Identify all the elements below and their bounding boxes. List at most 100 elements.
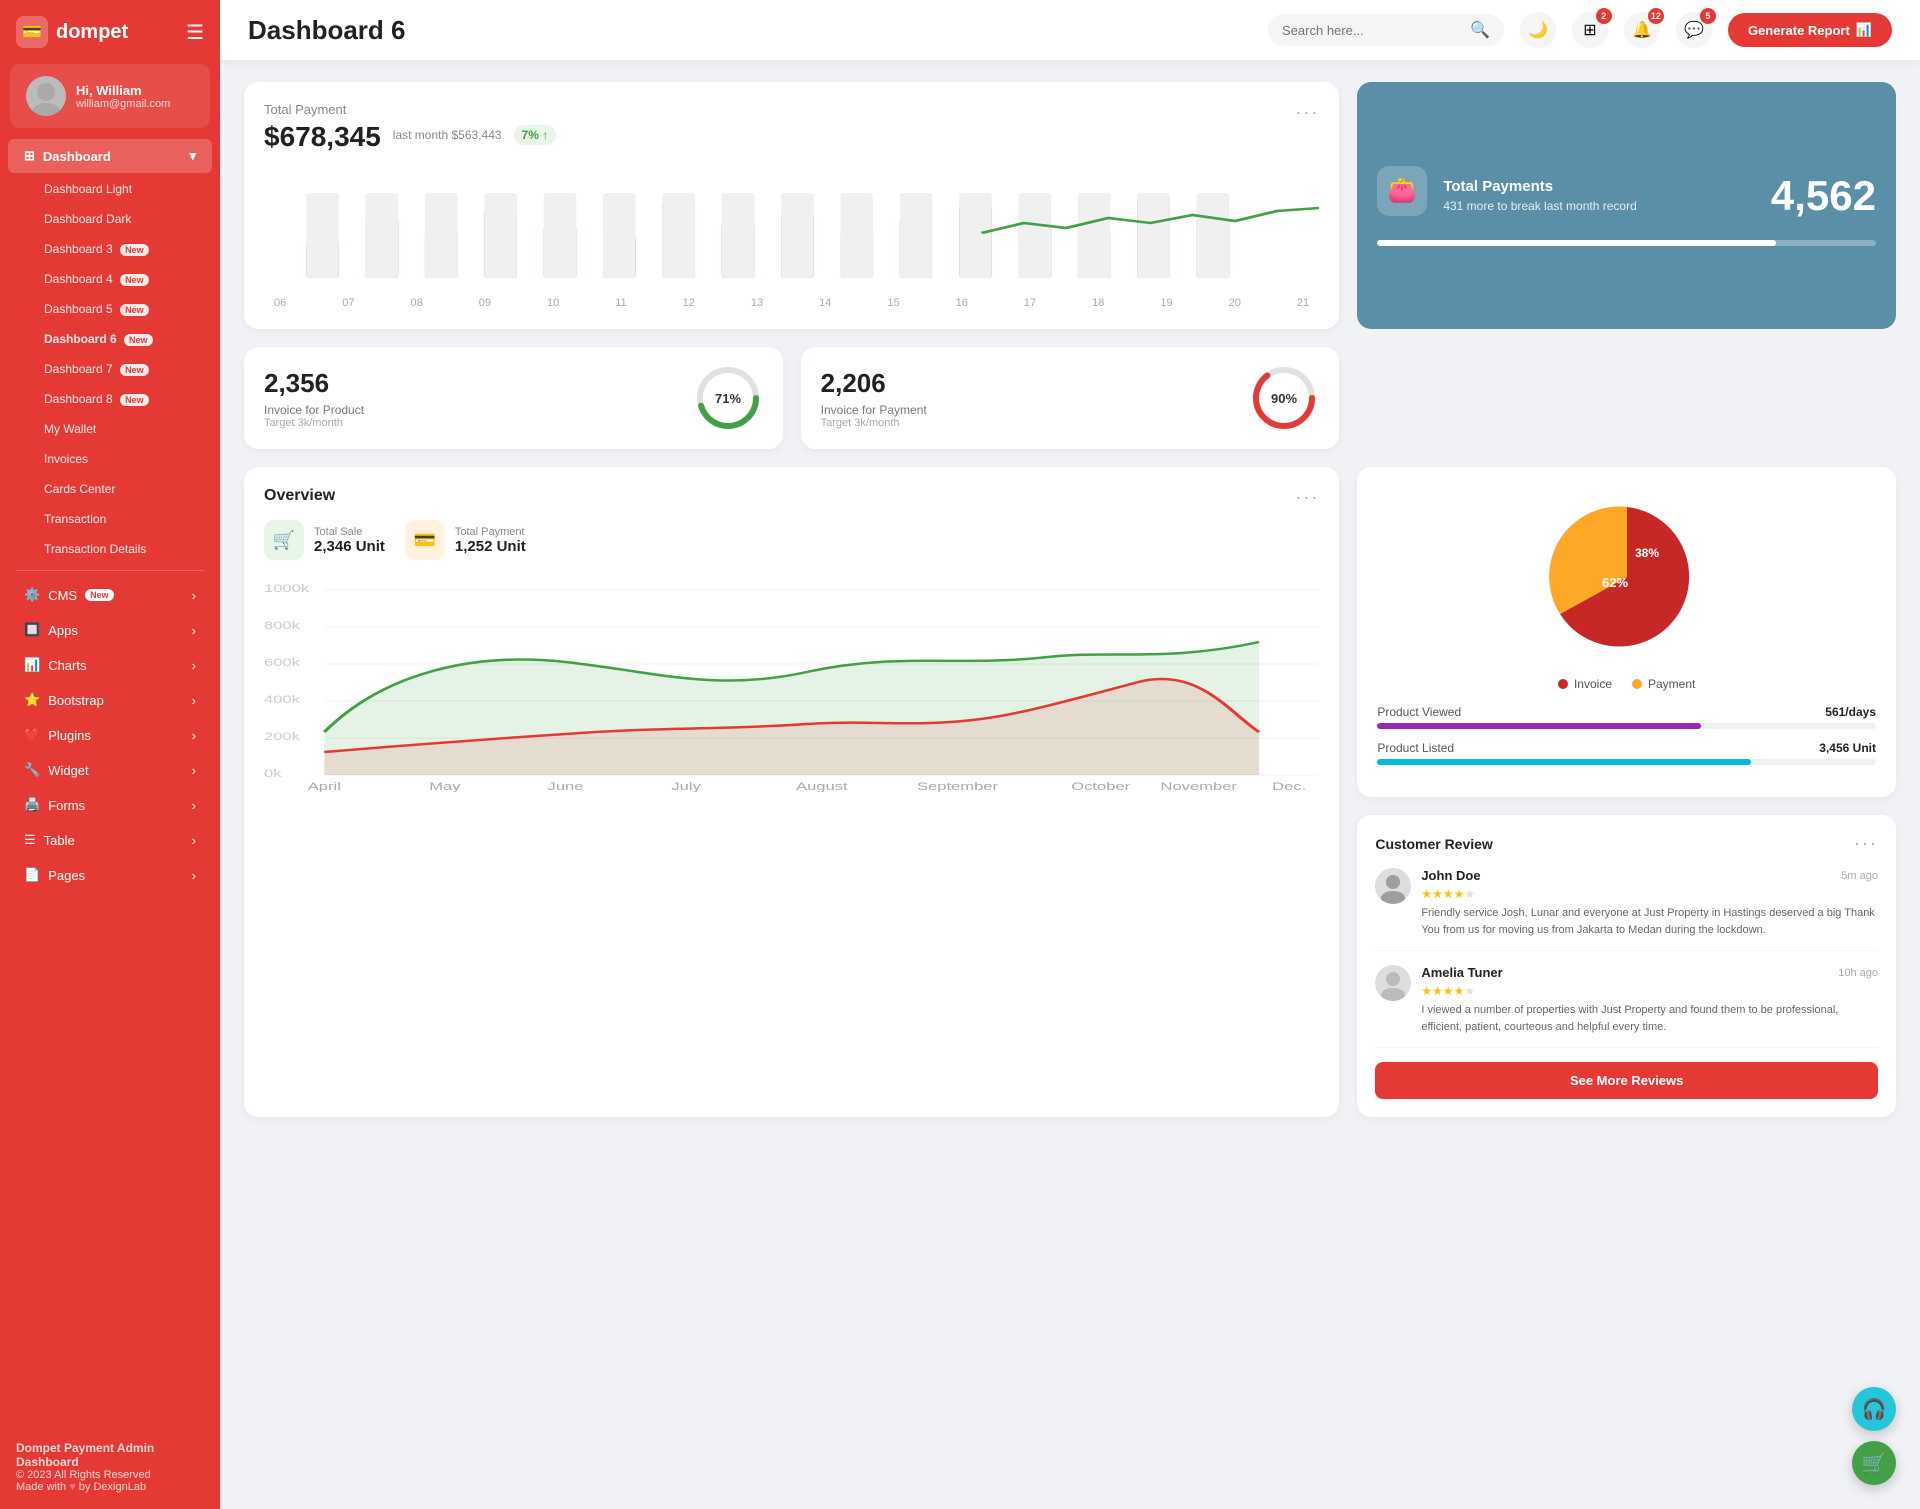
svg-text:June: June xyxy=(548,780,584,792)
cart-icon: 🛒 xyxy=(1862,1451,1887,1476)
customer-review-card: Customer Review ··· John Doe 5m ago xyxy=(1357,815,1896,1117)
more-icon[interactable]: ··· xyxy=(1295,102,1319,123)
svg-text:July: July xyxy=(671,780,700,792)
badge-new-d7: New xyxy=(120,364,149,376)
total-payment-card: Total Payment $678,345 last month $563,4… xyxy=(244,82,1339,329)
see-more-reviews-button[interactable]: See More Reviews xyxy=(1375,1062,1878,1099)
sidebar-item-transaction[interactable]: Transaction xyxy=(8,505,212,533)
sidebar-item-charts[interactable]: 📊Charts› xyxy=(8,648,212,682)
review-text-1: Friendly service Josh, Lunar and everyon… xyxy=(1421,905,1878,938)
sidebar-item-dashboard-7[interactable]: Dashboard 7 New xyxy=(8,355,212,383)
sidebar-item-dashboard-6[interactable]: Dashboard 6 New xyxy=(8,325,212,353)
generate-label: Generate Report xyxy=(1748,23,1850,38)
sidebar-item-forms[interactable]: 🖨️Forms› xyxy=(8,788,212,822)
sidebar-item-cards-center[interactable]: Cards Center xyxy=(8,475,212,503)
sidebar-item-widget[interactable]: 🔧Widget› xyxy=(8,753,212,787)
sidebar-item-plugins[interactable]: ❤️Plugins› xyxy=(8,718,212,752)
notifications-button[interactable]: 🔔 12 xyxy=(1624,12,1660,48)
area-chart: 1000k 800k 600k 400k 200k 0k xyxy=(264,572,1319,792)
chevron-right-icon: › xyxy=(192,588,196,603)
sidebar-item-dashboard-4[interactable]: Dashboard 4 New xyxy=(8,265,212,293)
search-box: 🔍 xyxy=(1268,14,1504,46)
hamburger-icon[interactable]: ☰ xyxy=(186,20,204,45)
sidebar-header: 💳 dompet ☰ xyxy=(0,0,220,64)
main-content: Dashboard 6 🔍 🌙 ⊞ 2 🔔 12 💬 5 Gene xyxy=(220,0,1920,1509)
review-more-icon[interactable]: ··· xyxy=(1854,833,1878,854)
badge-new-d8: New xyxy=(120,394,149,406)
blue-payments-card: 👛 Total Payments 431 more to break last … xyxy=(1357,82,1896,329)
sidebar-item-cms[interactable]: ⚙️CMSNew› xyxy=(8,578,212,612)
blue-card-subtitle: 431 more to break last month record xyxy=(1443,199,1636,213)
pie-chart-svg: 62% 38% xyxy=(1527,487,1727,667)
svg-text:April: April xyxy=(308,780,341,792)
chevron-right-icon: › xyxy=(192,658,196,673)
reviewer-avatar-2 xyxy=(1375,965,1411,1001)
invoice-legend: Invoice xyxy=(1574,677,1612,691)
chat-badge: 5 xyxy=(1700,8,1716,24)
sidebar-item-dashboard-3[interactable]: Dashboard 3 New xyxy=(8,235,212,263)
page-title: Dashboard 6 xyxy=(248,15,406,46)
review-title: Customer Review xyxy=(1375,836,1492,852)
badge-new-d3: New xyxy=(120,244,149,256)
svg-text:62%: 62% xyxy=(1602,575,1628,590)
product-viewed-value: 561/days xyxy=(1825,705,1876,719)
wallet-icon: 👛 xyxy=(1377,166,1427,216)
blue-card-number: 4,562 xyxy=(1771,172,1876,220)
review-time-1: 5m ago xyxy=(1841,870,1878,882)
overview-more-icon[interactable]: ··· xyxy=(1295,487,1319,508)
chevron-right-icon: › xyxy=(192,833,196,848)
sidebar-item-transaction-details[interactable]: Transaction Details xyxy=(8,535,212,563)
invoice-product-target: Target 3k/month xyxy=(264,417,364,429)
chevron-right-icon: › xyxy=(192,693,196,708)
chevron-right-icon: › xyxy=(192,763,196,778)
svg-text:38%: 38% xyxy=(1635,546,1659,560)
header: Dashboard 6 🔍 🌙 ⊞ 2 🔔 12 💬 5 Gene xyxy=(220,0,1920,60)
invoice-product-card: 2,356 Invoice for Product Target 3k/mont… xyxy=(244,347,783,449)
cart-fab[interactable]: 🛒 xyxy=(1852,1441,1896,1485)
sale-icon: 🛒 xyxy=(264,520,304,560)
generate-report-button[interactable]: Generate Report 📊 xyxy=(1728,13,1892,47)
sidebar-item-dashboard-5[interactable]: Dashboard 5 New xyxy=(8,295,212,323)
sidebar-item-dashboard-8[interactable]: Dashboard 8 New xyxy=(8,385,212,413)
product-stats: Product Viewed 561/days Product Listed 3… xyxy=(1377,705,1876,765)
dashboard-label: Dashboard xyxy=(43,149,111,164)
apps-icon: ⊞ xyxy=(1583,20,1596,40)
messages-button[interactable]: 💬 5 xyxy=(1676,12,1712,48)
total-amount: $678,345 xyxy=(264,121,381,153)
reviewer-name-1: John Doe xyxy=(1421,868,1480,883)
sidebar-item-dashboard[interactable]: ⊞ Dashboard ▾ xyxy=(8,139,212,173)
dark-mode-toggle[interactable]: 🌙 xyxy=(1520,12,1556,48)
support-fab[interactable]: 🎧 xyxy=(1852,1387,1896,1431)
sidebar-item-invoices[interactable]: Invoices xyxy=(8,445,212,473)
chevron-down-icon: ▾ xyxy=(189,148,196,164)
donut-chart-product: 71% xyxy=(693,363,763,433)
payment-legend: Payment xyxy=(1648,677,1695,691)
svg-text:600k: 600k xyxy=(264,656,301,669)
blue-progress-fill xyxy=(1377,240,1776,246)
sidebar-item-apps[interactable]: 🔲Apps› xyxy=(8,613,212,647)
search-input[interactable] xyxy=(1282,23,1462,38)
footer-brand: Dompet Payment Admin Dashboard xyxy=(16,1441,204,1469)
review-stars-2: ★★★★★ xyxy=(1421,984,1878,998)
overview-card: Overview ··· 🛒 Total Sale 2,346 Unit 💳 xyxy=(244,467,1339,1117)
chat-icon: 💬 xyxy=(1684,20,1704,40)
sidebar-footer: Dompet Payment Admin Dashboard © 2023 Al… xyxy=(0,1425,220,1509)
sidebar-item-pages[interactable]: 📄Pages› xyxy=(8,858,212,892)
sidebar-item-bootstrap[interactable]: ⭐Bootstrap› xyxy=(8,683,212,717)
apps-button[interactable]: ⊞ 2 xyxy=(1572,12,1608,48)
review-stars-1: ★★★★★ xyxy=(1421,887,1878,901)
sidebar-item-dashboard-light[interactable]: Dashboard Light xyxy=(8,175,212,203)
sidebar-logo[interactable]: 💳 dompet xyxy=(16,16,128,48)
invoice-payment-number: 2,206 xyxy=(821,368,927,399)
svg-text:1000k: 1000k xyxy=(264,582,310,595)
reviewer-avatar-1 xyxy=(1375,868,1411,904)
sidebar-item-table[interactable]: ☰Table› xyxy=(8,823,212,857)
x-axis-labels: 06070809101112131415161718192021 xyxy=(264,293,1319,309)
sidebar-item-my-wallet[interactable]: My Wallet xyxy=(8,415,212,443)
avatar xyxy=(26,76,66,116)
svg-text:Dec.: Dec. xyxy=(1272,780,1306,792)
logo-icon: 💳 xyxy=(16,16,48,48)
sidebar-item-dashboard-dark[interactable]: Dashboard Dark xyxy=(8,205,212,233)
invoice-product-label: Invoice for Product xyxy=(264,403,364,417)
moon-icon: 🌙 xyxy=(1528,20,1548,40)
